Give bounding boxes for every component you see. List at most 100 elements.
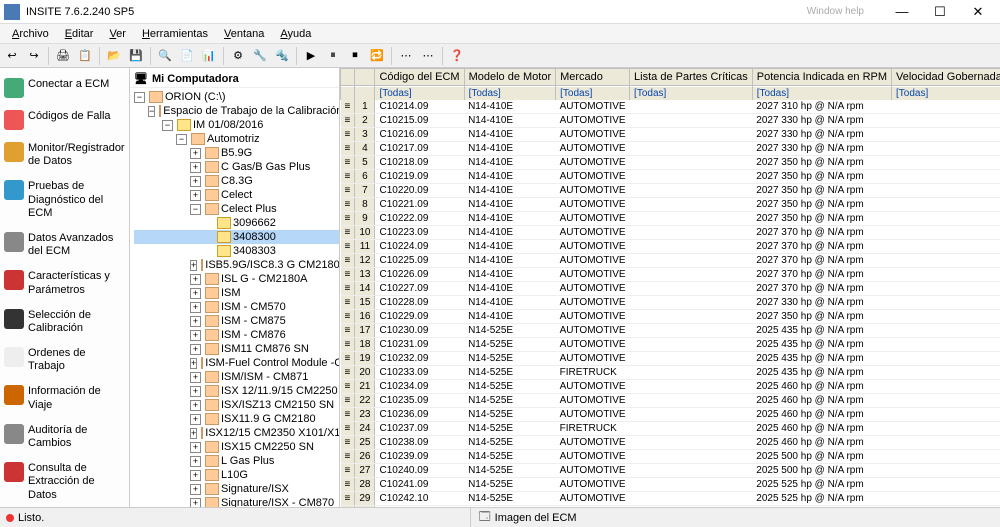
row-handle[interactable]: ≡ [341,394,355,408]
table-row[interactable]: ≡26C10239.09N14-525EAUTOMOTIVE2025 500 h… [341,450,1000,464]
tree-node[interactable]: +ISM - CM876 [134,328,339,342]
row-handle[interactable]: ≡ [341,478,355,492]
tree-node[interactable]: +ISM [134,286,339,300]
toolbar-button-4[interactable]: 📋 [75,46,95,66]
sidebar-item-6[interactable]: Selección de Calibración [2,303,127,341]
row-handle[interactable]: ≡ [341,114,355,128]
row-handle[interactable]: ≡ [341,352,355,366]
tree-node[interactable]: −Celect Plus [134,202,339,216]
row-handle[interactable]: ≡ [341,212,355,226]
expand-icon[interactable]: + [190,358,197,369]
sidebar-item-3[interactable]: Pruebas de Diagnóstico del ECM [2,174,127,226]
row-handle[interactable]: ≡ [341,338,355,352]
sidebar-item-5[interactable]: Características y Parámetros [2,264,127,302]
expand-icon[interactable]: + [190,456,201,467]
tree-node[interactable]: +ISM-Fuel Control Module -CM [134,356,339,370]
tree-panel[interactable]: 🖥 Mi Computadora −ORION (C:\)−Espacio de… [130,68,340,507]
row-handle[interactable]: ≡ [341,506,355,508]
row-handle[interactable]: ≡ [341,310,355,324]
tree-node[interactable]: 3096662 [134,216,339,230]
tree-node[interactable]: +ISM/ISM - CM871 [134,370,339,384]
toolbar-button-15[interactable]: 🔩 [272,46,292,66]
row-handle[interactable]: ≡ [341,156,355,170]
row-handle[interactable]: ≡ [341,198,355,212]
toolbar-button-17[interactable]: ▶ [301,46,321,66]
row-handle[interactable]: ≡ [341,422,355,436]
menu-herramientas[interactable]: Herramientas [134,26,216,42]
table-row[interactable]: ≡29C10242.10N14-525EAUTOMOTIVE2025 525 h… [341,492,1000,506]
tree-node[interactable]: +B5.9G [134,146,339,160]
table-row[interactable]: ≡23C10236.09N14-525EAUTOMOTIVE2025 460 h… [341,408,1000,422]
sidebar-item-0[interactable]: Conectar a ECM [2,72,127,104]
row-handle[interactable]: ≡ [341,170,355,184]
collapse-icon[interactable]: − [148,106,155,117]
toolbar-button-6[interactable]: 📂 [104,46,124,66]
toolbar-button-0[interactable]: ↩ [2,46,22,66]
tree-node[interactable]: +ISX15 CM2250 SN [134,440,339,454]
sidebar-item-2[interactable]: Monitor/Registrador de Datos [2,136,127,174]
tree-node[interactable]: +C8.3G [134,174,339,188]
expand-icon[interactable]: + [190,386,201,397]
toolbar-button-1[interactable]: ↪ [24,46,44,66]
row-handle[interactable]: ≡ [341,254,355,268]
column-header[interactable] [355,69,375,86]
expand-icon[interactable]: + [190,484,201,495]
expand-icon[interactable]: + [190,190,201,201]
menu-ver[interactable]: Ver [101,26,134,42]
expand-icon[interactable]: + [190,288,201,299]
sidebar-item-4[interactable]: Datos Avanzados del ECM [2,226,127,264]
expand-icon[interactable]: + [190,162,201,173]
column-header[interactable]: Velocidad Gobernada [892,69,1000,86]
table-row[interactable]: ≡1C10214.09N14-410EAUTOMOTIVE2027 310 hp… [341,100,1000,114]
minimize-button[interactable]: — [884,2,920,22]
table-row[interactable]: ≡8C10221.09N14-410EAUTOMOTIVE2027 350 hp… [341,198,1000,212]
row-handle[interactable]: ≡ [341,408,355,422]
expand-icon[interactable]: + [190,442,201,453]
toolbar-button-25[interactable]: ❓ [447,46,467,66]
toolbar-button-23[interactable]: ⋯ [418,46,438,66]
filter-cell[interactable]: [Todas] [752,86,891,100]
expand-icon[interactable]: + [190,470,201,481]
table-row[interactable]: ≡27C10240.09N14-525EAUTOMOTIVE2025 500 h… [341,464,1000,478]
tree-node[interactable]: +ISM11 CM876 SN [134,342,339,356]
filter-cell[interactable]: [Todas] [556,86,630,100]
menu-editar[interactable]: Editar [57,26,102,42]
table-row[interactable]: ≡17C10230.09N14-525EAUTOMOTIVE2025 435 h… [341,324,1000,338]
row-handle[interactable]: ≡ [341,282,355,296]
tree-node[interactable]: +ISX11.9 G CM2180 [134,412,339,426]
row-handle[interactable]: ≡ [341,450,355,464]
tree-node[interactable]: +ISL G - CM2180A [134,272,339,286]
tree-node[interactable]: +ISX12/15 CM2350 X101/X102 [134,426,339,440]
expand-icon[interactable]: + [190,302,201,313]
tree-node[interactable]: 3408303 [134,244,339,258]
maximize-button[interactable]: ☐ [922,2,958,22]
row-handle[interactable]: ≡ [341,366,355,380]
table-row[interactable]: ≡10C10223.09N14-410EAUTOMOTIVE2027 370 h… [341,226,1000,240]
expand-icon[interactable]: + [190,316,201,327]
row-handle[interactable]: ≡ [341,226,355,240]
column-header[interactable]: Potencia Indicada en RPM [752,69,891,86]
expand-icon[interactable]: + [190,274,201,285]
expand-icon[interactable]: + [190,344,201,355]
row-handle[interactable]: ≡ [341,436,355,450]
menu-archivo[interactable]: Archivo [4,26,57,42]
sidebar-item-7[interactable]: Ordenes de Trabajo [2,341,127,379]
table-row[interactable]: ≡5C10218.09N14-410EAUTOMOTIVE2027 350 hp… [341,156,1000,170]
collapse-icon[interactable]: − [190,204,201,215]
table-row[interactable]: ≡12C10225.09N14-410EAUTOMOTIVE2027 370 h… [341,254,1000,268]
data-grid[interactable]: Código del ECMModelo de MotorMercadoList… [340,68,1000,507]
close-button[interactable]: ✕ [960,2,996,22]
expand-icon[interactable]: + [190,400,201,411]
collapse-icon[interactable]: − [134,92,145,103]
row-handle[interactable]: ≡ [341,184,355,198]
table-row[interactable]: ≡3C10216.09N14-410EAUTOMOTIVE2027 330 hp… [341,128,1000,142]
expand-icon[interactable]: + [190,330,201,341]
toolbar-button-9[interactable]: 🔍 [155,46,175,66]
tree-node[interactable]: 3408300 [134,230,339,244]
table-row[interactable]: ≡4C10217.09N14-410EAUTOMOTIVE2027 330 hp… [341,142,1000,156]
column-header[interactable]: Código del ECM [375,69,464,86]
tree-node[interactable]: −Espacio de Trabajo de la Calibración (C… [134,104,339,118]
table-row[interactable]: ≡15C10228.09N14-410EAUTOMOTIVE2027 330 h… [341,296,1000,310]
grid-panel[interactable]: Código del ECMModelo de MotorMercadoList… [340,68,1000,507]
tree-node[interactable]: −Automotriz [134,132,339,146]
